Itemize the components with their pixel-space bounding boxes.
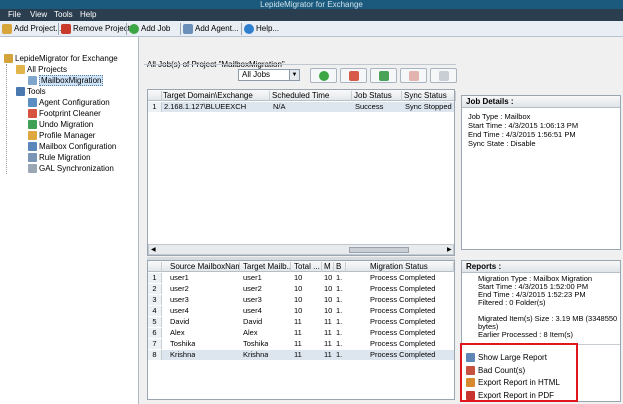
tree-tool-profile-manager[interactable]: Profile Manager <box>28 130 95 141</box>
remove-project-button[interactable]: Remove Project <box>60 23 130 35</box>
earlier-processed-value: Earlier Processed : 8 Item(s) <box>478 330 574 339</box>
stop-icon <box>409 71 419 81</box>
delete-job-button[interactable] <box>340 68 367 83</box>
migration-row[interactable]: 1 user1 user1 10 10 1. Process Completed <box>148 273 454 283</box>
sync-state-value: Sync State : Disable <box>468 139 536 148</box>
migration-row[interactable]: 4 user4 user4 10 10 1. Process Completed <box>148 306 454 316</box>
migrated-size-value: Migrated Item(s) Size : 3.19 MB (3348550 <box>478 314 618 323</box>
window-title: LepideMigrator for Exchange <box>0 0 623 9</box>
job-start-time-value: Start Time : 4/3/2015 1:06:13 PM <box>468 121 579 130</box>
jobs-horizontal-scrollbar[interactable]: ◀ ▶ <box>148 244 454 255</box>
help-button[interactable]: Help... <box>243 23 279 35</box>
tree-tool-undo-migration[interactable]: Undo Migration <box>28 119 93 130</box>
scroll-thumb[interactable] <box>349 247 409 253</box>
add-agent-button[interactable]: Add Agent... <box>182 23 239 35</box>
col-target-domain[interactable]: Target Domain\Exchange <box>163 91 270 101</box>
migration-row[interactable]: 2 user2 user2 10 10 1. Process Completed <box>148 284 454 294</box>
add-job-icon <box>129 24 139 34</box>
add-job-button[interactable]: Add Job <box>128 23 170 35</box>
job-type-value: Job Type : Mailbox <box>468 112 531 121</box>
app-icon <box>4 54 13 63</box>
scroll-left-icon[interactable]: ◀ <box>151 246 156 253</box>
gal-sync-icon <box>28 164 37 173</box>
job-end-time-value: End Time : 4/3/2015 1:56:51 PM <box>468 130 576 139</box>
stop-job-button[interactable] <box>400 68 427 83</box>
folder-icon <box>16 65 25 74</box>
col-b[interactable]: B <box>336 262 346 272</box>
rule-icon <box>28 153 37 162</box>
toolbar: Add Project... Remove Project Add Job Ad… <box>0 21 623 37</box>
menu-bar: File View Tools Help <box>0 9 623 21</box>
scroll-right-icon[interactable]: ▶ <box>447 246 452 253</box>
col-m[interactable]: M <box>324 262 334 272</box>
tree-tool-rule-migration[interactable]: Rule Migration <box>28 152 91 163</box>
migration-table: Source MailboxName Target Mailb... Total… <box>147 260 455 400</box>
tree-tool-mailbox-configuration[interactable]: Mailbox Configuration <box>28 141 116 152</box>
jobs-table-header: Target Domain\Exchange Scheduled Time Jo… <box>148 90 456 101</box>
start-job-button[interactable] <box>370 68 397 83</box>
jobs-table: Target Domain\Exchange Scheduled Time Jo… <box>147 89 456 256</box>
tree-tool-footprint-cleaner[interactable]: Footprint Cleaner <box>28 108 101 119</box>
tree-root[interactable]: LepideMigrator for Exchange <box>4 53 118 64</box>
add-agent-icon <box>183 24 193 34</box>
migration-row[interactable]: 8 Krishna Krishna 11 11 1. Process Compl… <box>148 350 454 360</box>
tree-project-mailboxmigration[interactable]: MailboxMigration <box>28 75 104 86</box>
tree-tool-gal-synchronization[interactable]: GAL Synchronization <box>28 163 114 174</box>
migration-row[interactable]: 6 Alex Alex 11 11 1. Process Completed <box>148 328 454 338</box>
add-icon <box>319 71 329 81</box>
job-row[interactable]: 1 2.168.1.127\BLUEEXCH N/A Success Sync … <box>148 102 454 112</box>
col-sync-status[interactable]: Sync Status <box>404 91 456 101</box>
cleaner-icon <box>28 109 37 118</box>
chevron-down-icon: ▼ <box>289 70 299 80</box>
menu-view[interactable]: View <box>30 10 47 19</box>
project-icon <box>28 76 37 85</box>
col-total[interactable]: Total ... <box>294 262 322 272</box>
col-job-status[interactable]: Job Status <box>354 91 402 101</box>
migration-row[interactable]: 3 user3 user3 10 10 1. Process Completed <box>148 295 454 305</box>
migration-row[interactable]: 5 David David 11 11 1. Process Completed <box>148 317 454 327</box>
job-properties-button[interactable] <box>430 68 457 83</box>
job-details-panel: Job Details : Job Type : Mailbox Start T… <box>461 95 621 250</box>
delete-icon <box>349 71 359 81</box>
migration-row[interactable]: 7 Toshika Toshika 11 11 1. Process Compl… <box>148 339 454 349</box>
add-project-icon <box>2 24 12 34</box>
col-scheduled-time[interactable]: Scheduled Time <box>272 91 352 101</box>
mailbox-icon <box>28 142 37 151</box>
start-icon <box>379 71 389 81</box>
tree-tools[interactable]: Tools <box>16 86 46 97</box>
add-job-dropdown-button[interactable] <box>310 68 337 83</box>
col-target-mailbox[interactable]: Target Mailb... <box>243 262 291 272</box>
properties-icon <box>439 71 449 81</box>
menu-file[interactable]: File <box>8 10 21 19</box>
tools-icon <box>16 87 25 96</box>
undo-icon <box>28 120 37 129</box>
job-details-title: Job Details : <box>462 96 620 108</box>
filtered-value: Filtered : 0 Folder(s) <box>478 298 546 307</box>
job-filter-select[interactable]: All Jobs ▼ <box>238 69 300 81</box>
help-icon <box>244 24 254 34</box>
migration-table-header: Source MailboxName Target Mailb... Total… <box>148 261 454 272</box>
profile-icon <box>28 131 37 140</box>
reports-title: Reports : <box>462 261 620 273</box>
agent-icon <box>28 98 37 107</box>
add-project-button[interactable]: Add Project... <box>1 23 62 35</box>
menu-help[interactable]: Help <box>80 10 96 19</box>
tree-all-projects[interactable]: All Projects <box>16 64 67 75</box>
menu-tools[interactable]: Tools <box>54 10 73 19</box>
col-migration-status[interactable]: Migration Status <box>370 262 454 272</box>
highlight-annotation <box>460 343 578 402</box>
remove-project-icon <box>61 24 71 34</box>
col-source-mailbox[interactable]: Source MailboxName <box>170 262 240 272</box>
navigation-tree: LepideMigrator for Exchange All Projects… <box>0 37 139 404</box>
tree-tool-agent-configuration[interactable]: Agent Configuration <box>28 97 110 108</box>
